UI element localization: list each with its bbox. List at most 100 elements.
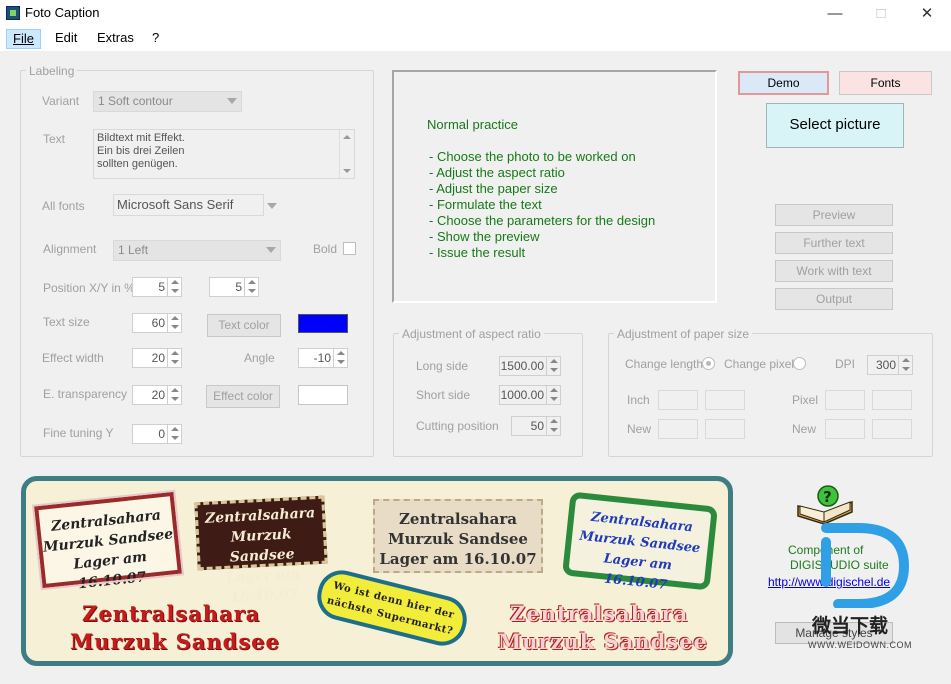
- position-y-spinner[interactable]: 5: [209, 277, 259, 297]
- fine-tuning-spinner[interactable]: 0: [132, 424, 182, 444]
- menu-file[interactable]: File: [6, 29, 41, 49]
- new-inch-label: New: [627, 422, 652, 436]
- cutting-position-spinner[interactable]: 50: [511, 416, 561, 436]
- text-size-spinner[interactable]: 60: [132, 313, 182, 333]
- cutting-position-value: 50: [530, 419, 544, 433]
- effect-color-button[interactable]: Effect color: [206, 385, 280, 408]
- effect-width-value: 20: [151, 351, 165, 365]
- instruction-step: - Choose the photo to be worked on: [429, 149, 636, 164]
- close-icon[interactable]: ✕: [904, 0, 950, 27]
- alignment-label: Alignment: [43, 242, 97, 256]
- short-side-value: 1000.00: [500, 388, 544, 402]
- new-inch-height-field[interactable]: [705, 419, 745, 439]
- caption-textarea[interactable]: Bildtext mit Effekt. Ein bis drei Zeilen…: [93, 129, 355, 179]
- instructions-panel: Normal practice - Choose the photo to be…: [392, 70, 717, 303]
- transparency-spinner[interactable]: 20: [132, 385, 182, 405]
- paper-size-group-title: Adjustment of paper size: [614, 327, 753, 341]
- angle-spinner[interactable]: -10: [298, 348, 348, 368]
- pixel-width-field[interactable]: [825, 390, 865, 410]
- transparency-label: E. transparency: [43, 387, 128, 401]
- all-fonts-label: All fonts: [42, 199, 85, 213]
- change-pixel-radio[interactable]: [793, 357, 806, 370]
- dpi-spinner[interactable]: 300: [867, 355, 913, 375]
- maximize-icon[interactable]: □: [858, 0, 904, 27]
- svg-text:?: ?: [823, 488, 832, 506]
- app-icon: [6, 6, 20, 20]
- chevron-down-icon: [266, 247, 276, 253]
- instruction-step: - Issue the result: [429, 245, 526, 260]
- select-picture-button[interactable]: Select picture: [766, 103, 904, 148]
- sample-stamp-beige: Zentralsahara Murzuk Sandsee Lager am 16…: [373, 499, 543, 573]
- position-label: Position X/Y in %: [43, 281, 135, 295]
- transparency-value: 20: [151, 388, 165, 402]
- dpi-value: 300: [875, 358, 896, 372]
- effect-width-label: Effect width: [42, 351, 104, 365]
- labeling-group-title: Labeling: [26, 64, 78, 78]
- preview-button[interactable]: Preview: [775, 204, 893, 226]
- demo-button[interactable]: Demo: [738, 71, 829, 95]
- chevron-down-icon[interactable]: [267, 203, 277, 209]
- scroll-down-icon[interactable]: [343, 169, 351, 173]
- textarea-scrollbar[interactable]: [339, 130, 354, 178]
- position-x-value: 5: [158, 280, 165, 294]
- variant-select[interactable]: 1 Soft contour: [93, 91, 242, 112]
- new-pixel-height-field[interactable]: [872, 419, 912, 439]
- change-length-label: Change length: [625, 357, 704, 371]
- instruction-step: - Choose the parameters for the design: [429, 213, 656, 228]
- dpi-label: DPI: [835, 357, 856, 371]
- position-x-spinner[interactable]: 5: [132, 277, 182, 297]
- text-color-swatch[interactable]: [298, 314, 348, 333]
- inch-label: Inch: [627, 393, 650, 407]
- alignment-select[interactable]: 1 Left: [113, 240, 281, 261]
- new-pixel-label: New: [792, 422, 817, 436]
- effect-width-spinner[interactable]: 20: [132, 348, 182, 368]
- stamp-line: Zentralsahara: [398, 510, 518, 528]
- sample-stamp-dark: Zentralsahara Murzuk Sandsee Lager am 16…: [194, 495, 328, 606]
- fonts-button[interactable]: Fonts: [839, 71, 932, 95]
- font-select[interactable]: Microsoft Sans Serif: [113, 194, 264, 216]
- cutting-position-label: Cutting position: [416, 419, 499, 433]
- angle-label: Angle: [244, 351, 275, 365]
- output-button[interactable]: Output: [775, 288, 893, 310]
- further-text-button[interactable]: Further text: [775, 232, 893, 254]
- menu-help[interactable]: ?: [146, 29, 165, 49]
- text-size-label: Text size: [43, 315, 90, 329]
- text-size-value: 60: [151, 316, 165, 330]
- watermark-brand: 微当下载: [812, 616, 889, 637]
- text-color-button[interactable]: Text color: [207, 314, 281, 337]
- sample-stamp-green-frame: Zentralsahara Murzuk Sandsee Lager am 16…: [562, 491, 718, 593]
- sample-stamp-red-frame: Zentralsahara Murzuk Sandsee Lager am 16…: [31, 489, 185, 592]
- sample-red-text-line: Murzuk Sandsee: [70, 629, 280, 654]
- fine-tuning-label: Fine tuning Y: [43, 426, 114, 440]
- minimize-icon[interactable]: —: [812, 0, 858, 27]
- pixel-height-field[interactable]: [872, 390, 912, 410]
- chevron-down-icon: [227, 98, 237, 104]
- short-side-spinner[interactable]: 1000.00: [499, 385, 561, 405]
- instruction-step: - Adjust the aspect ratio: [429, 165, 565, 180]
- variant-value: 1 Soft contour: [98, 94, 173, 108]
- watermark-url: WWW.WEIDOWN.COM: [808, 640, 912, 650]
- sample-outline-text-line: Murzuk Sandsee: [498, 629, 708, 654]
- menu-extras[interactable]: Extras: [91, 29, 140, 49]
- caption-line: sollten genügen.: [97, 158, 178, 170]
- caption-line: Bildtext mit Effekt.: [97, 132, 185, 144]
- new-inch-width-field[interactable]: [658, 419, 698, 439]
- change-pixel-label: Change pixel: [724, 357, 795, 371]
- sample-red-text-line: Zentralsahara: [82, 601, 261, 626]
- inch-height-field[interactable]: [705, 390, 745, 410]
- bold-checkbox[interactable]: [343, 242, 356, 255]
- menu-edit[interactable]: Edit: [49, 29, 83, 49]
- sample-speech-bubble: Wo ist denn hier der nächste Supermarkt?: [312, 565, 472, 651]
- effect-color-swatch[interactable]: [298, 385, 348, 405]
- bold-label: Bold: [313, 242, 338, 256]
- change-length-radio[interactable]: [702, 357, 715, 370]
- variant-label: Variant: [42, 94, 80, 108]
- work-with-text-button[interactable]: Work with text: [775, 260, 893, 282]
- inch-width-field[interactable]: [658, 390, 698, 410]
- long-side-value: 1500.00: [500, 359, 544, 373]
- stamp-line: Murzuk Sandsee: [388, 530, 528, 548]
- scroll-up-icon[interactable]: [343, 135, 351, 139]
- weidown-logo-icon: [818, 522, 910, 609]
- new-pixel-width-field[interactable]: [825, 419, 865, 439]
- long-side-spinner[interactable]: 1500.00: [499, 356, 561, 376]
